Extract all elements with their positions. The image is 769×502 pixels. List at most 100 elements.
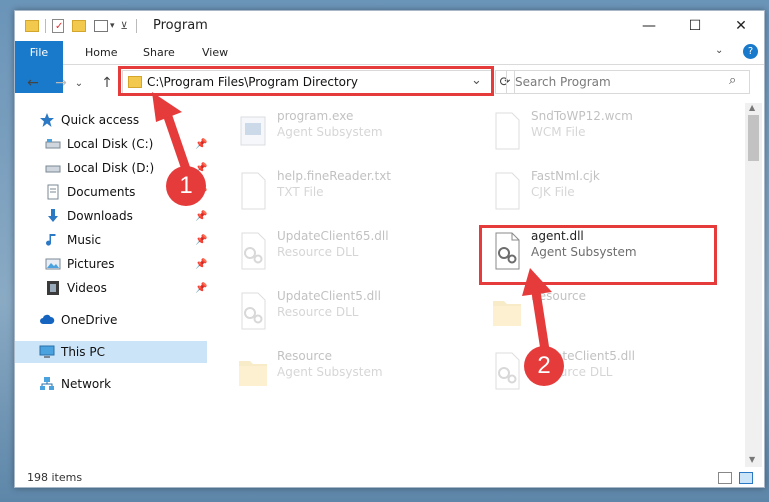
recent-locations-button[interactable]: ⌄ (73, 73, 85, 93)
pin-icon[interactable]: 📌 (195, 139, 207, 150)
pin-icon[interactable]: 📌 (195, 211, 207, 222)
tiles-view-icon[interactable] (739, 472, 753, 484)
navigation-bar: ← → ⌄ ↑ C:\Program Files\Program Directo… (15, 66, 764, 99)
sidebar-item-label: Downloads (67, 209, 133, 223)
status-bar: 198 items (15, 467, 764, 489)
videos-icon (45, 280, 61, 296)
folder-icon (491, 291, 523, 331)
sidebar-item-label: Network (61, 377, 112, 391)
sidebar-item-local-disk-d[interactable]: Local Disk (D:) (45, 157, 154, 179)
file-explorer-window: ✓ ▾ ⊻ Program — ☐ ✕ File Home Share View… (14, 10, 765, 488)
new-folder-icon[interactable] (72, 20, 86, 32)
file-name: UpdateClient5.dll (277, 289, 381, 303)
customize-toolbar-icon[interactable] (94, 20, 108, 32)
pictures-icon (45, 256, 61, 272)
toolbar-divider (45, 19, 46, 33)
pin-icon[interactable]: 📌 (195, 235, 207, 246)
close-button[interactable]: ✕ (718, 11, 764, 41)
sidebar-item-this-pc[interactable]: This PC (15, 341, 207, 363)
sidebar-item-label: Videos (67, 281, 107, 295)
window-title: Program (153, 18, 208, 33)
sidebar-item-pictures[interactable]: Pictures (45, 253, 115, 275)
sidebar-item-label: Music (67, 233, 102, 247)
sidebar-item-quick-access[interactable]: Quick access (39, 109, 139, 131)
folder-icon (237, 351, 269, 391)
file-name: help.fineReader.txt (277, 169, 391, 183)
scroll-down-icon[interactable]: ▼ (749, 455, 755, 464)
file-item[interactable]: SndToWP12.wcm WCM File (483, 105, 713, 157)
file-item[interactable]: FastNml.cjk CJK File (483, 165, 713, 217)
file-type: Resource DLL (277, 305, 359, 319)
scroll-up-icon[interactable]: ▲ (749, 103, 755, 112)
file-name: program.exe (277, 109, 354, 123)
documents-icon (45, 184, 61, 200)
tab-home[interactable]: Home (73, 41, 129, 65)
pin-toolbar-icon[interactable]: ⊻ (121, 21, 128, 32)
ribbon-tabs: File Home Share View ⌄ ? (15, 41, 764, 93)
downloads-icon (45, 208, 61, 224)
onedrive-icon (39, 312, 55, 328)
blank-file-icon (491, 111, 523, 151)
sidebar-item-local-disk-c[interactable]: Local Disk (C:) (45, 133, 153, 155)
tab-view[interactable]: View (190, 41, 240, 65)
up-button[interactable]: ↑ (97, 73, 117, 93)
forward-button[interactable]: → (51, 73, 71, 93)
file-item[interactable]: help.fineReader.txt TXT File (229, 165, 459, 217)
search-icon[interactable]: ⌕ (729, 73, 736, 88)
back-button[interactable]: ← (23, 73, 43, 93)
sidebar-item-documents[interactable]: Documents (45, 181, 135, 203)
sidebar-item-label: Pictures (67, 257, 115, 271)
pin-icon[interactable]: 📌 (195, 259, 207, 270)
sidebar-item-music[interactable]: Music (45, 229, 101, 251)
drive-icon (45, 160, 61, 176)
folder-icon[interactable] (25, 20, 39, 32)
sidebar-item-videos[interactable]: Videos (45, 277, 107, 299)
file-item[interactable]: program.exe Agent Subsystem (229, 105, 459, 157)
tab-share[interactable]: Share (131, 41, 187, 65)
sidebar-item-onedrive[interactable]: OneDrive (39, 309, 117, 331)
file-name: UpdateClient65.dll (277, 229, 389, 243)
file-item[interactable]: UpdateClient65.dll Resource DLL (229, 225, 459, 277)
exe-icon (237, 111, 269, 151)
ribbon-expand-icon[interactable]: ⌄ (715, 45, 723, 56)
search-input[interactable]: Search Program ⌕ (506, 70, 750, 94)
sidebar-item-downloads[interactable]: Downloads (45, 205, 133, 227)
sidebar-item-network[interactable]: Network (39, 373, 111, 395)
help-icon[interactable]: ? (743, 44, 758, 59)
vertical-scrollbar[interactable]: ▲ ▼ (745, 103, 762, 467)
step-2-badge: 2 (524, 346, 564, 386)
file-type: TXT File (277, 185, 324, 199)
maximize-button[interactable]: ☐ (672, 11, 718, 41)
file-type: CJK File (531, 185, 575, 199)
blank-file-icon (237, 171, 269, 211)
dll-icon (491, 351, 523, 391)
file-type: Agent Subsystem (277, 365, 383, 379)
file-type: Resource DLL (277, 245, 359, 259)
pin-icon[interactable]: 📌 (195, 283, 207, 294)
file-name: FastNml.cjk (531, 169, 600, 183)
sidebar-item-label: Documents (67, 185, 136, 199)
star-icon (39, 112, 55, 128)
file-name: Resource (277, 349, 333, 363)
pc-icon (39, 344, 55, 360)
file-item[interactable]: Resource (483, 285, 713, 337)
file-name: SndToWP12.wcm (531, 109, 633, 123)
sidebar-item-label: This PC (61, 345, 105, 359)
properties-icon[interactable]: ✓ (52, 19, 64, 33)
file-item[interactable]: Resource Agent Subsystem (229, 345, 459, 397)
network-icon (39, 376, 55, 392)
file-list: program.exe Agent Subsystem SndToWP12.wc… (211, 103, 747, 463)
file-item[interactable]: UpdateClient5.dll Resource DLL (229, 285, 459, 337)
step-1-badge: 1 (166, 166, 206, 206)
sidebar-item-label: Local Disk (C:) (67, 137, 154, 151)
blank-file-icon (491, 171, 523, 211)
minimize-button[interactable]: — (626, 11, 672, 41)
chevron-down-icon[interactable]: ▾ (110, 21, 115, 31)
scrollbar-thumb[interactable] (748, 115, 759, 161)
sidebar-item-label: Quick access (61, 113, 140, 127)
sidebar-item-label: Local Disk (D:) (67, 161, 155, 175)
dll-icon (237, 291, 269, 331)
details-view-icon[interactable] (718, 472, 732, 484)
file-item[interactable]: UpdateClient5.dll Resource DLL (483, 345, 713, 397)
file-name: Resource (531, 289, 587, 303)
